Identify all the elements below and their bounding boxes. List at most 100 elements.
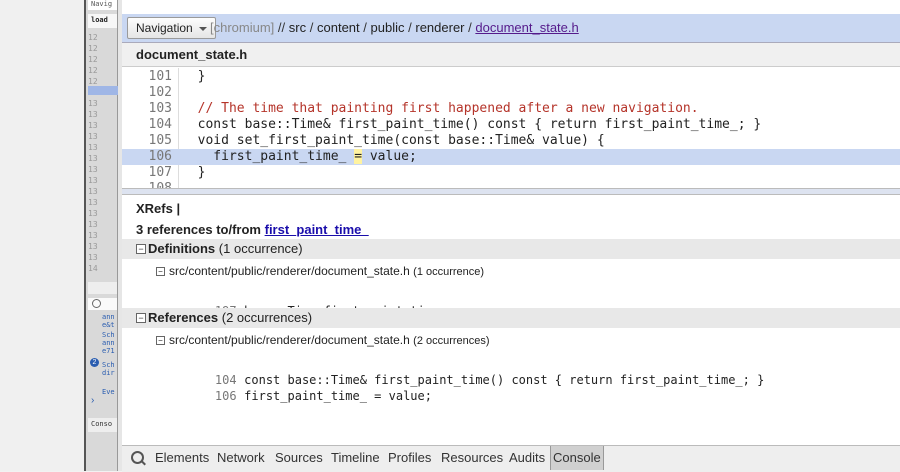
tab-sources[interactable]: Sources: [275, 446, 323, 470]
references-group-header[interactable]: − References (2 occurrences): [122, 308, 900, 328]
line-number[interactable]: 105: [122, 133, 172, 149]
collapse-icon[interactable]: −: [136, 244, 146, 254]
definitions-file-row[interactable]: − src/content/public/renderer/document_st…: [156, 263, 484, 280]
xrefs-summary-text: 3 references to/from: [136, 222, 265, 237]
chevron-down-icon: [198, 26, 207, 31]
code-view[interactable]: 101 } 102 103 // The time that painting fi…: [122, 68, 900, 188]
tab-resources[interactable]: Resources: [441, 446, 503, 470]
background-line-number: 13: [88, 242, 98, 251]
background-line-number: 13: [88, 209, 98, 218]
tab-timeline[interactable]: Timeline: [331, 446, 380, 470]
references-file-row[interactable]: − src/content/public/renderer/document_st…: [156, 332, 490, 349]
reference-ref-row[interactable]: 106 first_paint_time_ = value;: [186, 372, 432, 420]
code-text: }: [182, 69, 206, 84]
references-file-path[interactable]: src/content/public/renderer/document_sta…: [169, 333, 410, 347]
references-file-count: (2 occurrences): [413, 335, 490, 347]
definitions-group-header[interactable]: − Definitions (1 occurrence): [122, 239, 900, 259]
background-tab: Navig: [88, 0, 117, 10]
background-devtools-window: Navig load 12 12 12 12 12 13 13 13 13 13 13 13 13 13 1…: [84, 0, 118, 471]
code-line[interactable]: 103 // The time that painting first happ…: [122, 101, 900, 117]
background-clear-row: [88, 298, 117, 310]
code-line[interactable]: 101 }: [122, 69, 900, 85]
definitions-file-path[interactable]: src/content/public/renderer/document_sta…: [169, 264, 410, 278]
xrefs-title: XRefs |: [136, 201, 181, 216]
code-search-window: Navigation [chromium] // src / content /…: [118, 0, 900, 472]
tab-elements[interactable]: Elements: [155, 446, 209, 470]
background-line-number: 12: [88, 55, 98, 64]
xrefs-summary: 3 references to/from first_paint_time_: [136, 222, 369, 237]
background-line-number: 13: [88, 121, 98, 130]
background-line-number: 12: [88, 44, 98, 53]
code-text: value;: [362, 149, 417, 164]
background-highlight: [88, 86, 118, 95]
search-icon[interactable]: [131, 451, 144, 464]
line-number[interactable]: 104: [122, 117, 172, 133]
ref-code[interactable]: first_paint_time_ = value;: [244, 389, 432, 403]
line-number[interactable]: 107: [122, 165, 172, 181]
collapse-icon[interactable]: −: [136, 313, 146, 323]
background-console-tab-label: Conso: [91, 420, 113, 428]
code-line[interactable]: 105 void set_first_paint_time(const base…: [122, 133, 900, 149]
background-line-number: 14: [88, 264, 98, 273]
background-label-row: load: [88, 14, 117, 28]
background-line-number: 13: [88, 198, 98, 207]
code-line[interactable]: 108: [122, 181, 900, 188]
code-line[interactable]: 106 first_paint_time_ = value;: [122, 149, 900, 165]
navigation-button-label: Navigation: [136, 21, 193, 35]
tab-console[interactable]: Console: [550, 446, 604, 470]
ref-line-number: 106: [214, 389, 237, 403]
background-line-number: 13: [88, 165, 98, 174]
devtools-tab-bar: Elements Network Sources Timeline Profil…: [122, 445, 900, 472]
background-line-number: 13: [88, 143, 98, 152]
code-comment: // The time that painting first happened…: [182, 101, 699, 116]
definitions-label: Definitions: [148, 241, 216, 256]
symbol-link[interactable]: first_paint_time_: [265, 222, 369, 237]
line-number[interactable]: 108: [122, 181, 172, 188]
breadcrumb-file-link[interactable]: document_state.h: [475, 20, 578, 35]
breadcrumb-src[interactable]: src: [289, 20, 306, 35]
collapse-icon[interactable]: −: [156, 267, 165, 277]
desktop-background: [0, 0, 84, 471]
definitions-count: (1 occurrence): [218, 241, 303, 256]
collapse-icon[interactable]: −: [156, 336, 165, 346]
code-text: }: [182, 165, 206, 180]
background-line-number: 13: [88, 220, 98, 229]
line-number[interactable]: 103: [122, 101, 172, 117]
background-line-number: 13: [88, 176, 98, 185]
tab-profiles[interactable]: Profiles: [388, 446, 431, 470]
background-line-number: 13: [88, 99, 98, 108]
tab-audits[interactable]: Audits: [509, 446, 545, 470]
references-count: (2 occurrences): [221, 310, 313, 325]
breadcrumb: [chromium] // src / content / public / r…: [210, 20, 579, 35]
code-line[interactable]: 102: [122, 85, 900, 101]
breadcrumb-root: //: [277, 20, 286, 35]
code-text: first_paint_time_ = value;: [182, 149, 417, 165]
background-line-number: 12: [88, 66, 98, 75]
breadcrumb-renderer[interactable]: renderer: [415, 20, 464, 35]
background-label: load: [91, 16, 108, 24]
navigation-bar: Navigation [chromium] // src / content /…: [122, 14, 900, 43]
background-tab-label: Navig: [91, 0, 113, 8]
background-line-number: 13: [88, 253, 98, 262]
navigation-dropdown-button[interactable]: Navigation: [127, 17, 216, 39]
line-number[interactable]: 106: [122, 149, 172, 165]
line-number[interactable]: 101: [122, 69, 172, 85]
panel-splitter[interactable]: [122, 188, 900, 195]
definitions-file-count: (1 occurrence): [413, 266, 485, 278]
breadcrumb-content[interactable]: content: [317, 20, 360, 35]
background-line-number: 13: [88, 187, 98, 196]
tab-network[interactable]: Network: [217, 446, 265, 470]
clear-console-icon: [92, 299, 101, 308]
code-text: const base::Time& first_paint_time() con…: [182, 117, 762, 132]
background-line-number: 13: [88, 110, 98, 119]
background-line-number: 13: [88, 154, 98, 163]
background-console-toolbar: [88, 282, 117, 294]
references-label: References: [148, 310, 219, 325]
code-line[interactable]: 107 }: [122, 165, 900, 181]
breadcrumb-repo[interactable]: [chromium]: [210, 20, 274, 35]
breadcrumb-public[interactable]: public: [371, 20, 405, 35]
code-text: void set_first_paint_time(const base::Ti…: [182, 133, 605, 148]
code-line[interactable]: 104 const base::Time& first_paint_time()…: [122, 117, 900, 133]
file-title: document_state.h: [122, 43, 900, 67]
line-number[interactable]: 102: [122, 85, 172, 101]
